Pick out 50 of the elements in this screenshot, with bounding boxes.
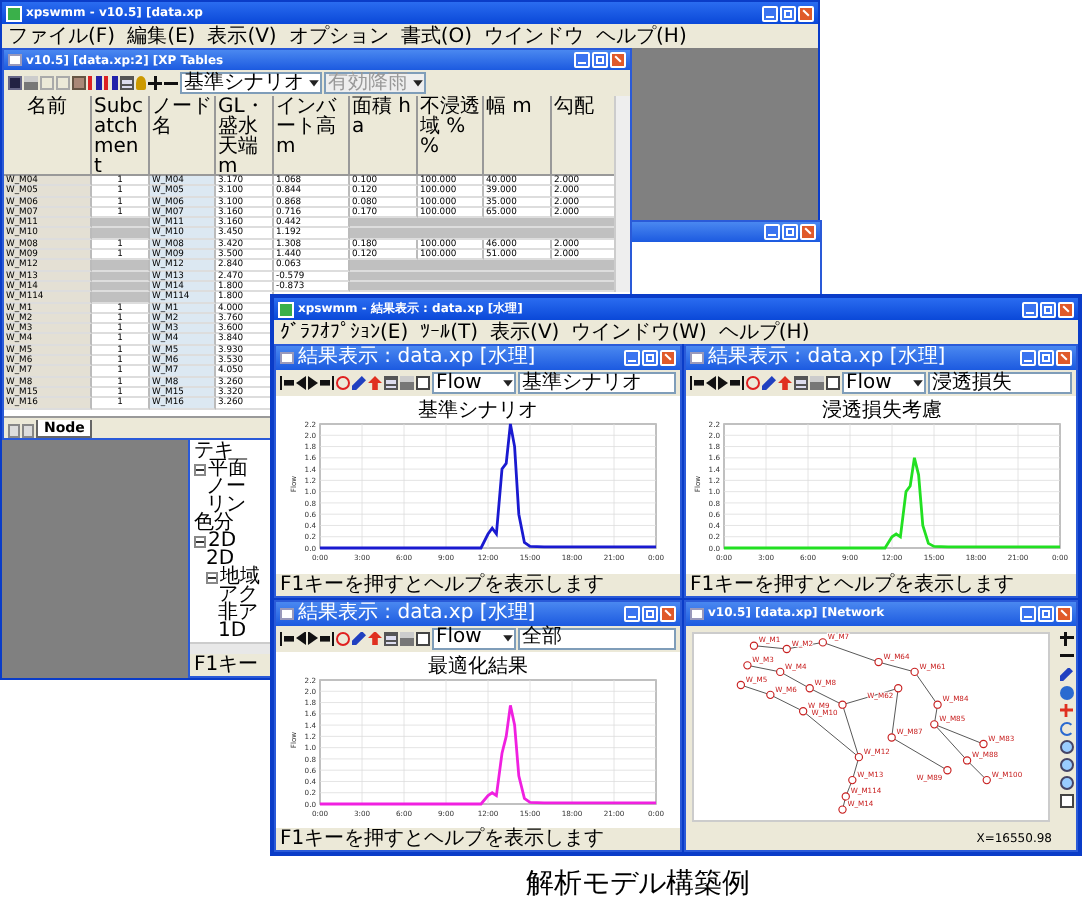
variable-select[interactable]: Flow: [842, 372, 926, 394]
menu-item[interactable]: ウインドウ(W): [571, 321, 707, 343]
tree-item[interactable]: 地域: [220, 568, 260, 586]
menu-item[interactable]: オプション: [288, 25, 389, 47]
menu-item[interactable]: ヘルプ(H): [718, 321, 810, 343]
column-header[interactable]: 勾配: [552, 96, 620, 176]
column-header[interactable]: インバート高 m: [274, 96, 350, 176]
menu-item[interactable]: ファイル(F): [8, 25, 116, 47]
column-header[interactable]: 面積 ha: [350, 96, 418, 176]
window-title: 結果表示 : data.xp [水理]: [298, 346, 536, 370]
column-header[interactable]: 不浸透域 % %: [418, 96, 484, 176]
tree-item[interactable]: 平面: [208, 460, 248, 478]
tree-item[interactable]: テキ: [194, 442, 234, 460]
menu-item[interactable]: ﾂｰﾙ(T): [420, 321, 479, 343]
tree-item[interactable]: 1D: [218, 622, 247, 640]
status-text: F1キーを押すとヘルプを表示します: [280, 828, 605, 850]
column-header[interactable]: 名前: [4, 96, 92, 176]
menu-item[interactable]: 書式(O): [400, 25, 473, 47]
menu-item[interactable]: ヘルプ(H): [596, 25, 687, 47]
column-header[interactable]: GL・盛水天端 m: [216, 96, 274, 176]
status-text: F1キーを押すとヘルプを表示します: [690, 573, 1015, 595]
chart-title: 最適化結果: [428, 655, 528, 677]
variable-select[interactable]: Flow: [432, 627, 516, 649]
menu-item[interactable]: 表示(V): [490, 321, 560, 343]
chart-title: 浸透損失考慮: [821, 400, 941, 422]
window-title: 結果表示 : data.xp [水理]: [708, 346, 946, 370]
tree-item[interactable]: 色分: [194, 514, 234, 532]
window-title: 結果表示 : data.xp [水理]: [298, 601, 536, 625]
tree-item[interactable]: 2D: [206, 550, 235, 568]
scenario-field[interactable]: 基準シナリオ: [518, 372, 676, 394]
status-text: F1キーを押すとヘルプを表示します: [280, 573, 605, 595]
tree-item[interactable]: アク: [218, 586, 258, 604]
column-header[interactable]: 幅 m: [484, 96, 552, 176]
column-header[interactable]: ノード名: [150, 96, 216, 176]
chart-title: 基準シナリオ: [418, 400, 538, 422]
column-header[interactable]: Subcatchment: [92, 96, 150, 176]
scenario-field[interactable]: 浸透損失: [928, 372, 1072, 394]
tree-item[interactable]: 2D: [208, 532, 237, 550]
variable-select[interactable]: Flow: [432, 372, 516, 394]
menu-item[interactable]: ｸﾞﾗﾌｵﾌﾟｼｮﾝ(E): [280, 321, 409, 343]
menu-item[interactable]: 編集(E): [127, 25, 196, 47]
tree-item[interactable]: 非ア: [218, 604, 258, 622]
status-text: F1キー: [194, 654, 259, 676]
scenario-select[interactable]: 基準シナリオ: [180, 72, 322, 94]
menu-item[interactable]: 表示(V): [207, 25, 277, 47]
figure-caption: 解析モデル構築例: [526, 868, 750, 900]
tree-item[interactable]: ノー: [206, 478, 246, 496]
scenario-field[interactable]: 全部: [518, 627, 676, 649]
tree-item[interactable]: リン: [206, 496, 246, 514]
menu-item[interactable]: ウインドウ: [484, 25, 585, 47]
